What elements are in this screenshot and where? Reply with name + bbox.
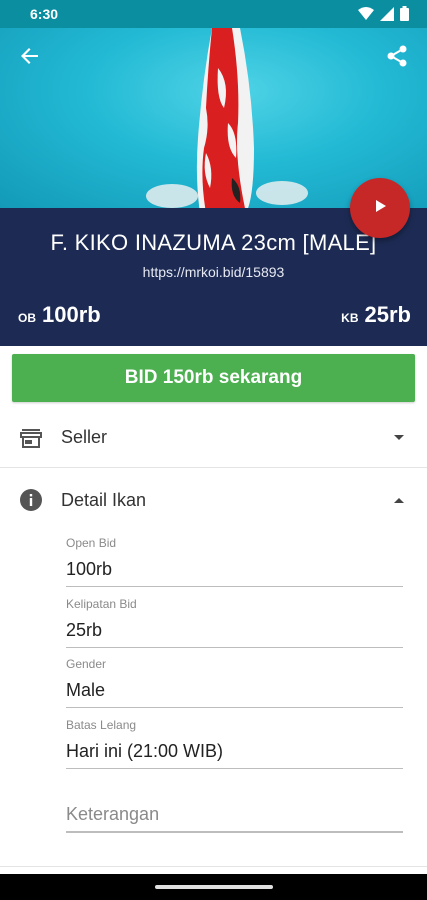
ob-label: OB (18, 311, 36, 325)
ob-value: 100rb (42, 302, 101, 327)
detail-label: Detail Ikan (61, 489, 147, 510)
field-label: Batas Lelang (66, 718, 137, 732)
open-bid-summary: OB 100rb (18, 302, 101, 328)
field-value: Male (66, 680, 403, 708)
arrow-left-icon (20, 46, 40, 71)
seller-label: Seller (61, 427, 108, 447)
system-nav-bar (0, 874, 427, 900)
bid-increment-field: Kelipatan Bid 25rb (66, 597, 403, 648)
store-icon (20, 427, 42, 449)
share-button[interactable] (381, 42, 413, 74)
notes-placeholder: Keterangan (66, 804, 403, 833)
signal-icon (380, 6, 394, 26)
field-label: Kelipatan Bid (66, 597, 137, 611)
share-icon (386, 45, 408, 72)
kb-label: KB (341, 311, 359, 325)
notes-field[interactable]: Keterangan (66, 804, 403, 833)
back-button[interactable] (14, 42, 46, 74)
listing-title: F. KIKO INAZUMA 23cm [MALE] (50, 230, 377, 255)
koi-image (0, 28, 427, 208)
chevron-down-icon (393, 432, 405, 444)
field-value: 100rb (66, 559, 403, 587)
play-video-button[interactable] (350, 178, 410, 238)
koi-fish-illustration (146, 28, 308, 208)
gender-field: Gender Male (66, 657, 403, 708)
status-bar: 6:30 (0, 0, 427, 28)
field-value: Hari ini (21:00 WIB) (66, 741, 403, 769)
kb-value: 25rb (364, 302, 411, 327)
open-bid-field: Open Bid 100rb (66, 536, 403, 587)
home-gesture-handle[interactable] (155, 885, 273, 889)
wifi-icon (358, 6, 374, 26)
field-label: Gender (66, 657, 107, 671)
auction-deadline-field: Batas Lelang Hari ini (21:00 WIB) (66, 718, 403, 769)
status-icons (358, 6, 409, 26)
divider (0, 866, 427, 867)
detail-section-header[interactable]: Detail Ikan (0, 470, 427, 530)
play-icon (372, 198, 388, 219)
bid-increment-summary: KB 25rb (341, 302, 411, 328)
listing-url[interactable]: https://mrkoi.bid/15893 (0, 264, 427, 280)
seller-section-header[interactable]: Seller (0, 408, 427, 468)
bid-now-button[interactable]: BID 150rb sekarang (12, 354, 415, 402)
field-label: Open Bid (66, 536, 117, 550)
info-icon (20, 489, 42, 511)
status-time: 6:30 (30, 6, 59, 22)
chevron-up-icon (393, 494, 405, 506)
field-value: 25rb (66, 620, 403, 648)
battery-icon (400, 6, 409, 26)
